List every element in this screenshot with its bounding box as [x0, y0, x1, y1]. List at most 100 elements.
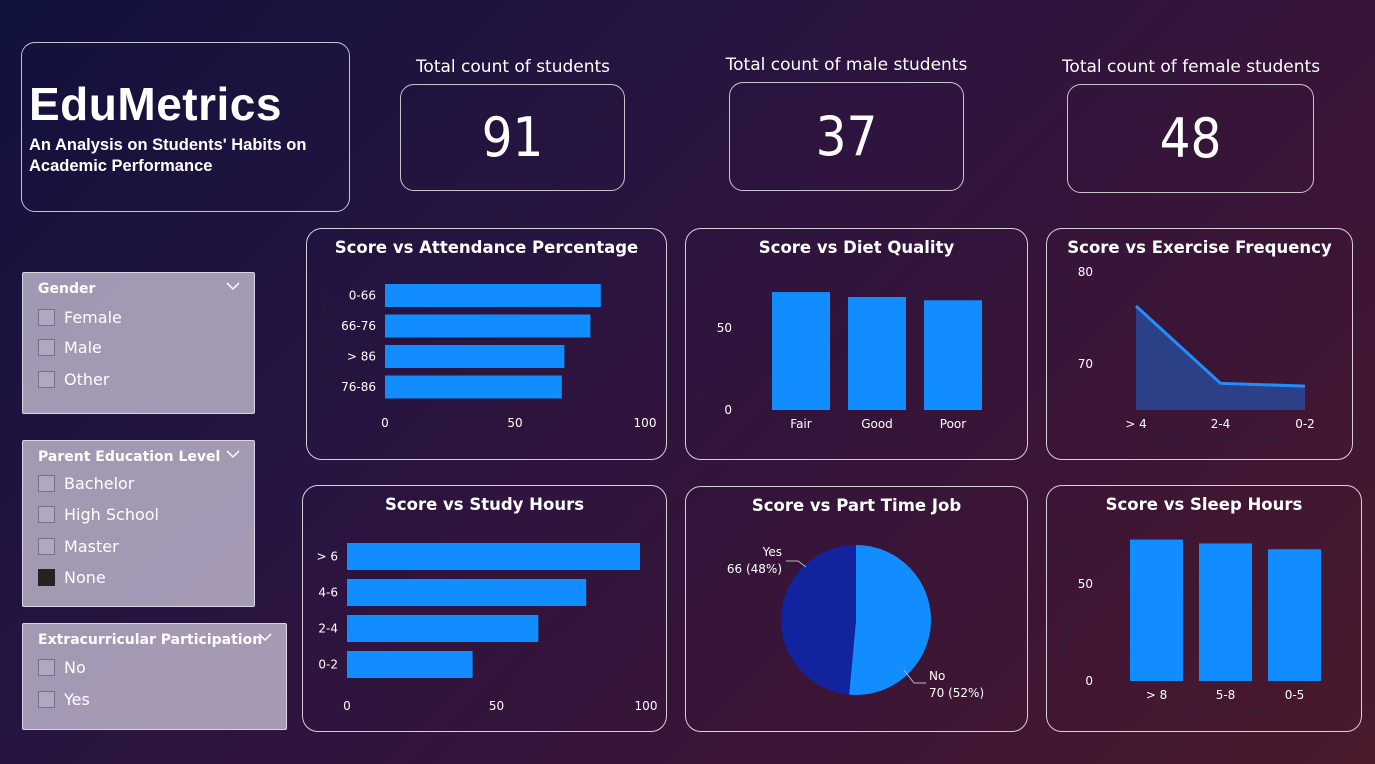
- gender-option-male[interactable]: Male: [38, 336, 102, 358]
- x-axis-label: exercise frequency group: [1157, 435, 1284, 446]
- value-tick-label: 50: [1078, 577, 1093, 591]
- category-tick-label: 4-6: [318, 586, 338, 600]
- category-tick-label: 0-2: [1295, 417, 1315, 431]
- bar: [1130, 539, 1183, 681]
- category-tick-label: > 6: [316, 550, 338, 564]
- category-tick-label: 0-2: [318, 658, 338, 672]
- chart-parttime-panel: Score vs Part Time Job Yes 66 (48%) No 70 (…: [685, 486, 1028, 732]
- attendance-bar-chart: 0-66 66-76 > 86 76-86 0 50 100 attendance perce…: [319, 280, 657, 430]
- checkbox-checked[interactable]: [38, 568, 55, 586]
- gender-option-other[interactable]: Other: [38, 368, 109, 390]
- kpi-male-value: 37: [729, 82, 964, 191]
- category-tick-label: > 4: [1125, 417, 1147, 431]
- parent-education-option-high-school[interactable]: High School: [38, 503, 159, 525]
- chart-sleep-panel: Score vs Sleep Hours > 8 5-8 0-5 0 50 sleep_h…: [1046, 485, 1362, 732]
- brand-subtitle: An Analysis on Students' Habits on Acade…: [29, 136, 307, 175]
- category-tick-label: Good: [861, 417, 893, 431]
- value-tick-label: 0: [343, 699, 351, 713]
- brand-title: EduMetrics: [29, 78, 282, 130]
- value-tick-label: 0: [1085, 674, 1093, 688]
- checkbox[interactable]: [38, 338, 55, 356]
- bar: [924, 300, 982, 410]
- chevron-down-icon[interactable]: [258, 632, 272, 642]
- category-tick-label: 2-4: [1211, 417, 1231, 431]
- value-tick-label: 100: [635, 699, 658, 713]
- gender-slicer: Gender Female Male Other: [22, 272, 255, 414]
- bar: [347, 615, 539, 642]
- bar: [1199, 543, 1252, 681]
- category-tick-label: > 86: [347, 350, 376, 364]
- chevron-down-icon[interactable]: [226, 449, 240, 459]
- checkbox[interactable]: [38, 505, 55, 523]
- category-tick-label: 66-76: [341, 319, 376, 333]
- checkbox[interactable]: [38, 537, 55, 555]
- value-tick-label: 0: [724, 403, 732, 417]
- category-tick-label: 2-4: [318, 622, 338, 636]
- bar: [347, 579, 587, 606]
- checkbox[interactable]: [38, 474, 55, 492]
- leader-line: [786, 560, 807, 568]
- bar: [1268, 549, 1321, 681]
- parttime-pie-chart: Yes 66 (48%) No 70 (52%): [727, 545, 984, 700]
- bar: [848, 297, 906, 410]
- chevron-down-icon[interactable]: [226, 281, 240, 291]
- category-tick-label: 5-8: [1216, 688, 1236, 702]
- parent-education-slicer-title: Parent Education Level: [38, 449, 221, 465]
- value-tick-label: 50: [489, 699, 504, 713]
- y-axis-label: Average of exam_score: [1061, 283, 1072, 400]
- chart-diet-panel: Score vs Diet Quality Fair Good Poor 0 50 die…: [685, 228, 1028, 460]
- area-fill: [1136, 306, 1305, 410]
- checkbox[interactable]: [38, 690, 55, 708]
- extracurricular-option-yes[interactable]: Yes: [38, 688, 90, 710]
- chart-exercise-panel: Score vs Exercise Frequency > 4 2-4 0-2 80 7…: [1046, 228, 1353, 460]
- kpi-female-value: 48: [1067, 84, 1314, 193]
- study-bar-chart: > 6 4-6 2-4 0-2 0 50 100: [316, 543, 658, 713]
- parent-education-option-master[interactable]: Master: [38, 535, 119, 557]
- checkbox[interactable]: [38, 308, 55, 326]
- diet-bar-chart: Fair Good Poor 0 50 diet quality Average of ex…: [698, 286, 982, 446]
- category-tick-label: 0-5: [1285, 688, 1305, 702]
- sleep-bar-chart: > 8 5-8 0-5 0 50 sleep_hours_group Average of …: [1059, 539, 1321, 717]
- category-tick-label: 0-66: [349, 289, 376, 303]
- parent-education-option-bachelor[interactable]: Bachelor: [38, 472, 134, 494]
- value-tick-label: 70: [1078, 357, 1093, 371]
- exercise-area-chart: > 4 2-4 0-2 80 70 exercise frequency group Ave…: [1061, 265, 1315, 446]
- pie-slice: [849, 545, 931, 695]
- bar: [772, 292, 830, 410]
- chart-study-panel: Score vs Study Hours > 6 4-6 2-4 0-2 0 50 100: [302, 485, 667, 732]
- pie-label-category: Yes: [762, 545, 782, 559]
- pie-label-category: No: [929, 669, 945, 683]
- kpi-total-value: 91: [400, 84, 625, 191]
- parent-education-option-none[interactable]: None: [38, 566, 106, 588]
- category-tick-label: 76-86: [341, 380, 376, 394]
- extracurricular-slicer: Extracurricular Participation No Yes: [22, 623, 287, 730]
- value-tick-label: 100: [634, 416, 657, 430]
- y-axis-label: Average of exam_score: [1059, 545, 1070, 662]
- value-tick-label: 0: [381, 416, 389, 430]
- x-axis-label: diet quality: [849, 435, 906, 446]
- bar: [347, 543, 641, 570]
- kpi-female-label: Total count of female students: [1061, 57, 1321, 77]
- checkbox[interactable]: [38, 370, 55, 388]
- checkbox[interactable]: [38, 658, 55, 676]
- chart-attendance-panel: Score vs Attendance Percentage 0-66 66-76…: [306, 228, 667, 460]
- pie-slice: [780, 545, 856, 695]
- bar: [347, 651, 473, 678]
- extracurricular-slicer-title: Extracurricular Participation: [38, 632, 263, 648]
- x-axis-label: sleep_hours_group: [1179, 706, 1273, 717]
- value-tick-label: 50: [717, 321, 732, 335]
- title-panel: EduMetrics An Analysis on Students' Habi…: [21, 42, 350, 212]
- pie-label-value: 66 (48%): [727, 562, 782, 576]
- bar: [385, 284, 601, 307]
- pie-label-value: 70 (52%): [929, 686, 984, 700]
- gender-option-female[interactable]: Female: [38, 306, 122, 328]
- bar: [385, 314, 591, 338]
- extracurricular-option-no[interactable]: No: [38, 656, 86, 678]
- category-tick-label: Poor: [940, 417, 966, 431]
- gender-slicer-title: Gender: [38, 281, 96, 297]
- category-tick-label: > 8: [1146, 688, 1168, 702]
- bar: [385, 375, 562, 399]
- category-tick-label: Fair: [790, 417, 811, 431]
- value-tick-label: 80: [1078, 265, 1093, 279]
- parent-education-slicer: Parent Education Level Bachelor High Sch…: [22, 440, 255, 607]
